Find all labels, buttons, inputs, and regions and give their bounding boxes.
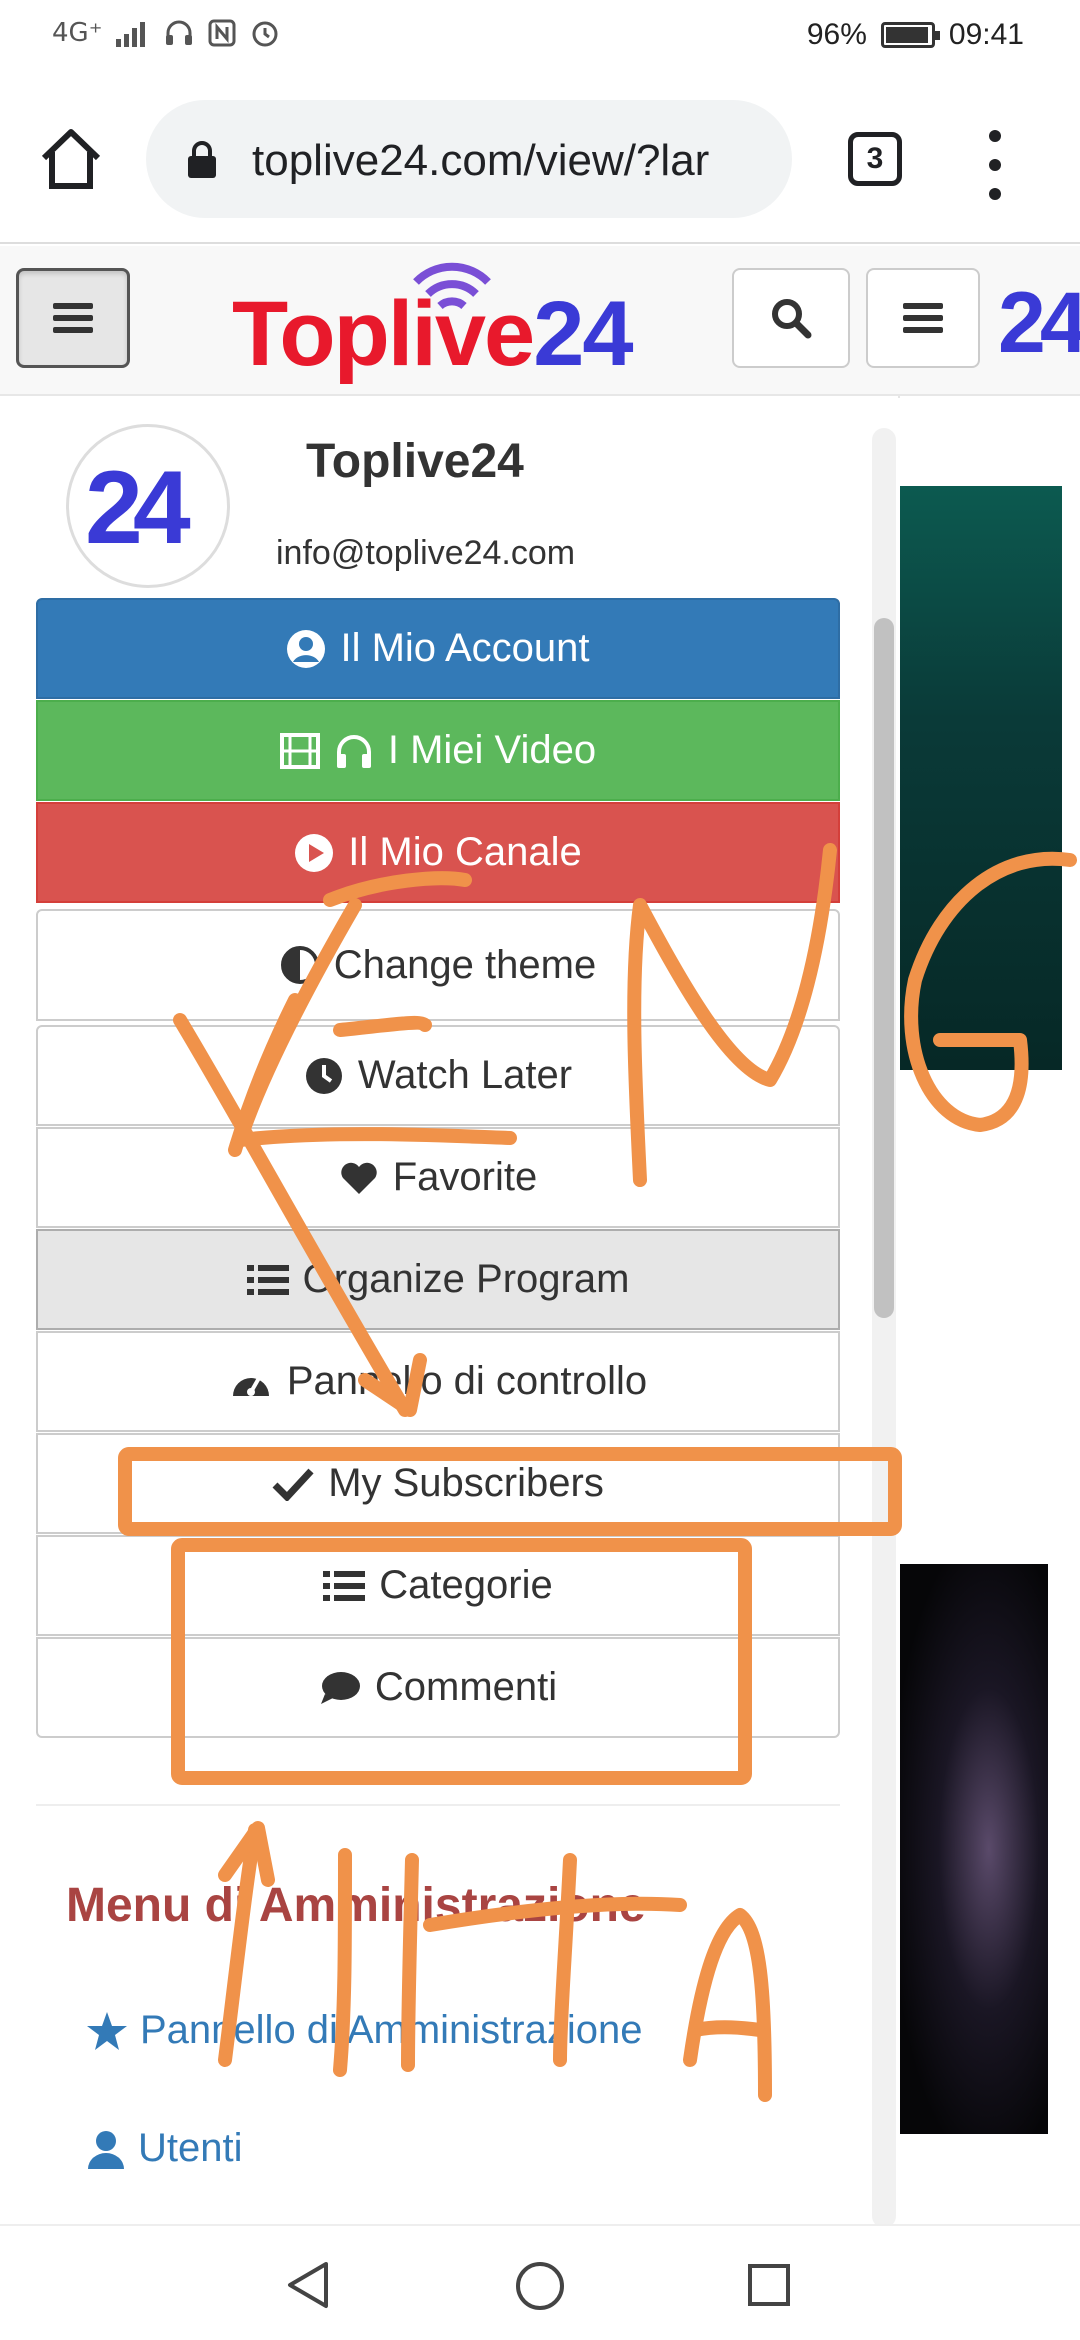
play-circle-icon <box>295 833 334 872</box>
organize-program-label: Organize Program <box>302 1257 630 1301</box>
video-thumbnail[interactable] <box>900 1564 1048 2134</box>
search-button[interactable] <box>732 268 850 368</box>
profile-email: info@toplive24.com <box>276 534 576 572</box>
url-text: toplive24.com/view/?lar <box>252 136 710 185</box>
my-channel-button[interactable]: Il Mio Canale <box>36 802 840 903</box>
users-label: Utenti <box>138 2126 243 2170</box>
comments-button[interactable]: Commenti <box>36 1637 840 1738</box>
tab-switcher-button[interactable]: 3 <box>848 132 902 186</box>
change-theme-button[interactable]: Change theme <box>36 909 840 1021</box>
signal-icon <box>116 22 146 47</box>
users-link[interactable]: Utenti <box>86 2126 243 2171</box>
my-subscribers-button[interactable]: My Subscribers <box>36 1433 840 1534</box>
home-icon[interactable] <box>38 126 104 192</box>
scrollbar-thumb[interactable] <box>874 618 894 1318</box>
nfc-icon <box>208 19 236 47</box>
home-nav-icon[interactable] <box>516 2262 564 2310</box>
logo-text-blue: 24 <box>533 283 633 385</box>
browser-toolbar: toplive24.com/view/?lar 3 <box>0 72 1080 244</box>
site-header: Toplive24 24 <box>0 246 1080 396</box>
system-nav-bar <box>0 2224 1080 2340</box>
admin-menu-title: Menu di Amministrazione <box>66 1879 646 1932</box>
heart-icon <box>341 1162 377 1194</box>
logo-text-red: Toplive <box>232 283 535 385</box>
clock: 09:41 <box>948 18 1024 51</box>
change-theme-label: Change theme <box>333 942 597 987</box>
watch-later-button[interactable]: Watch Later <box>36 1025 840 1126</box>
video-thumbnail[interactable] <box>900 486 1062 1070</box>
my-subscribers-label: My Subscribers <box>328 1461 604 1505</box>
user-circle-icon <box>287 629 326 668</box>
battery-fill <box>885 27 929 43</box>
control-panel-label: Pannello di controllo <box>286 1359 648 1403</box>
my-account-label: Il Mio Account <box>340 626 590 670</box>
star-icon <box>87 2011 127 2050</box>
admin-panel-label: Pannello di Amministrazione <box>140 2008 643 2052</box>
status-bar: 4G⁺ 96% 09:41 <box>0 0 1080 72</box>
watch-later-label: Watch Later <box>357 1053 573 1097</box>
alarm-icon <box>252 21 278 47</box>
channel-badge[interactable]: 24 <box>998 274 1080 373</box>
sidebar-toggle-button[interactable] <box>16 268 130 368</box>
user-icon <box>88 2130 124 2169</box>
categories-label: Categorie <box>379 1563 553 1607</box>
hamburger-icon <box>903 303 943 333</box>
headset-icon <box>166 20 193 45</box>
control-panel-button[interactable]: Pannello di controllo <box>36 1331 840 1432</box>
clock-icon <box>305 1057 342 1094</box>
dashboard-icon <box>232 1376 269 1396</box>
status-icons-left: 4G⁺ <box>52 18 280 48</box>
my-channel-label: Il Mio Canale <box>348 830 582 874</box>
my-account-button[interactable]: Il Mio Account <box>36 598 840 699</box>
avatar-text: 24 <box>85 450 191 566</box>
profile-name: Toplive24 <box>306 435 524 488</box>
back-icon[interactable] <box>286 2260 330 2310</box>
menu-button[interactable] <box>866 268 980 368</box>
browser-menu-icon[interactable] <box>980 130 1010 200</box>
search-icon <box>772 299 812 339</box>
admin-panel-link[interactable]: Pannello di Amministrazione <box>86 2008 642 2053</box>
headphones-icon <box>336 734 371 768</box>
favorite-label: Favorite <box>392 1155 538 1199</box>
menu-divider <box>36 1804 840 1806</box>
address-bar[interactable]: toplive24.com/view/?lar <box>146 100 792 218</box>
sidebar: 24 Toplive24 info@toplive24.com Il Mio A… <box>0 398 900 2224</box>
list-icon <box>323 1570 366 1601</box>
battery-icon <box>880 22 940 48</box>
battery-percent: 96% <box>806 18 867 51</box>
logo-text: Toplive24 <box>232 282 634 387</box>
lock-icon <box>188 141 216 178</box>
my-videos-label: I Miei Video <box>387 728 597 772</box>
film-icon <box>279 732 320 769</box>
my-videos-button[interactable]: I Miei Video <box>36 700 840 801</box>
list-icon <box>246 1264 289 1295</box>
avatar[interactable]: 24 <box>66 424 230 588</box>
recents-icon[interactable] <box>748 2264 790 2306</box>
user-menu: Il Mio Account I Miei Video Il Mio Canal… <box>36 598 840 1738</box>
site-logo[interactable]: Toplive24 <box>232 252 682 392</box>
organize-program-button[interactable]: Organize Program <box>36 1229 840 1330</box>
check-icon <box>272 1468 314 1501</box>
favorite-button[interactable]: Favorite <box>36 1127 840 1228</box>
status-icons-right: 96% 09:41 <box>807 18 1024 52</box>
contrast-icon <box>280 946 319 984</box>
comment-icon <box>320 1671 360 1704</box>
categories-button[interactable]: Categorie <box>36 1535 840 1636</box>
comments-label: Commenti <box>374 1665 558 1709</box>
network-type: 4G⁺ <box>52 18 103 48</box>
hamburger-icon <box>53 303 93 333</box>
